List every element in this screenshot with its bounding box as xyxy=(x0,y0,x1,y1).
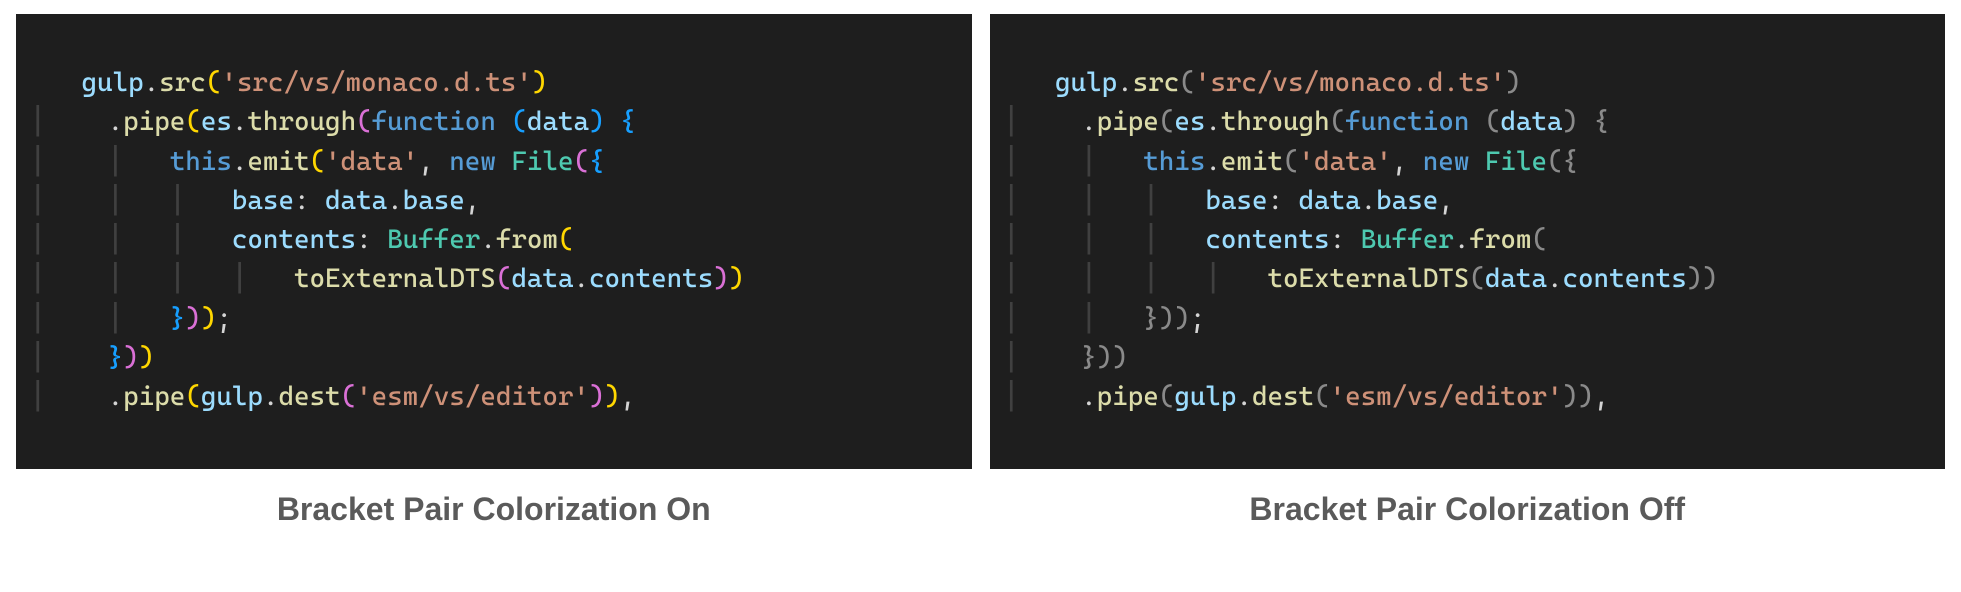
token-this: this xyxy=(1143,146,1205,177)
token-method: src xyxy=(159,67,206,98)
token-method: emit xyxy=(1221,146,1283,177)
token-fn: toExternalDTS xyxy=(294,263,496,294)
token-keyword: new xyxy=(449,146,496,177)
token-method: pipe xyxy=(1097,381,1159,412)
token-object: data xyxy=(511,263,573,294)
panel-left: gulp.src('src/vs/monaco.d.ts') │ .pipe(e… xyxy=(16,14,972,528)
token-keyword: function xyxy=(372,106,496,137)
token-class: File xyxy=(1485,146,1547,177)
token-method: through xyxy=(247,106,356,137)
token-method: through xyxy=(1221,106,1330,137)
token-prop: base xyxy=(403,185,465,216)
token-fn: toExternalDTS xyxy=(1267,263,1469,294)
token-keyword: new xyxy=(1423,146,1470,177)
token-method: pipe xyxy=(1097,106,1159,137)
token-object: gulp xyxy=(1055,67,1117,98)
token-prop: base xyxy=(1376,185,1438,216)
token-method: dest xyxy=(278,381,340,412)
token-string: 'src/vs/monaco.d.ts' xyxy=(221,67,532,98)
token-class: File xyxy=(511,146,573,177)
token-string: 'data' xyxy=(325,146,418,177)
token-method: dest xyxy=(1252,381,1314,412)
caption-left: Bracket Pair Colorization On xyxy=(16,491,972,528)
token-string: 'esm/vs/editor' xyxy=(1330,381,1563,412)
token-param: data xyxy=(527,106,589,137)
token-string: 'src/vs/monaco.d.ts' xyxy=(1195,67,1506,98)
token-object: gulp xyxy=(82,67,144,98)
code-editor-on[interactable]: gulp.src('src/vs/monaco.d.ts') │ .pipe(e… xyxy=(16,14,972,469)
token-prop: contents xyxy=(1563,263,1687,294)
token-string: 'esm/vs/editor' xyxy=(356,381,589,412)
token-key: base xyxy=(232,185,294,216)
token-class: Buffer xyxy=(1361,224,1454,255)
token-param: data xyxy=(1500,106,1562,137)
token-method: from xyxy=(1469,224,1531,255)
token-object: data xyxy=(1485,263,1547,294)
code-line: gulp.src('src/vs/monaco.d.ts') │ .pipe(e… xyxy=(30,67,744,412)
code-line: gulp.src('src/vs/monaco.d.ts') │ .pipe(e… xyxy=(1004,67,1718,412)
comparison-container: gulp.src('src/vs/monaco.d.ts') │ .pipe(e… xyxy=(0,0,1961,548)
panel-right: gulp.src('src/vs/monaco.d.ts') │ .pipe(e… xyxy=(990,14,1946,528)
token-object: es xyxy=(1174,106,1205,137)
token-prop: contents xyxy=(589,263,713,294)
token-object: gulp xyxy=(1174,381,1236,412)
token-method: from xyxy=(496,224,558,255)
token-key: contents xyxy=(232,224,356,255)
token-method: pipe xyxy=(123,106,185,137)
token-key: base xyxy=(1205,185,1267,216)
token-method: pipe xyxy=(123,381,185,412)
token-string: 'data' xyxy=(1299,146,1392,177)
token-keyword: function xyxy=(1345,106,1469,137)
token-class: Buffer xyxy=(387,224,480,255)
token-method: emit xyxy=(247,146,309,177)
token-object: data xyxy=(325,185,387,216)
caption-right: Bracket Pair Colorization Off xyxy=(990,491,1946,528)
code-editor-off[interactable]: gulp.src('src/vs/monaco.d.ts') │ .pipe(e… xyxy=(990,14,1946,469)
token-object: es xyxy=(201,106,232,137)
token-method: src xyxy=(1133,67,1180,98)
token-object: data xyxy=(1299,185,1361,216)
token-object: gulp xyxy=(201,381,263,412)
token-key: contents xyxy=(1205,224,1329,255)
token-this: this xyxy=(170,146,232,177)
